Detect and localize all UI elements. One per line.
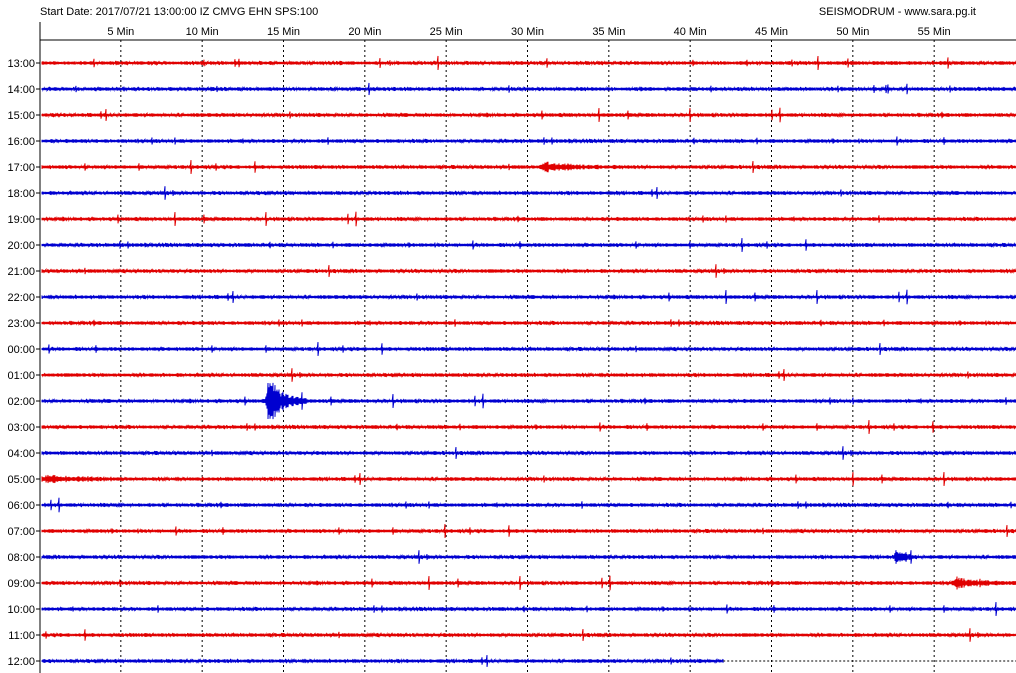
trace-1100 bbox=[41, 628, 1016, 642]
minute-tick-label: 5 Min bbox=[107, 26, 134, 38]
hour-label: 14:00 bbox=[7, 84, 35, 96]
hour-label: 02:00 bbox=[7, 396, 35, 408]
minute-tick-label: 30 Min bbox=[511, 26, 544, 38]
minute-tick-label: 40 Min bbox=[674, 26, 707, 38]
minute-tick-label: 35 Min bbox=[592, 26, 625, 38]
minute-tick-label: 55 Min bbox=[918, 26, 951, 38]
hour-label: 07:00 bbox=[7, 526, 35, 538]
hour-label: 09:00 bbox=[7, 578, 35, 590]
trace-1800 bbox=[41, 186, 1016, 200]
trace-1500 bbox=[41, 107, 1016, 123]
hour-label: 19:00 bbox=[7, 214, 35, 226]
hour-label: 04:00 bbox=[7, 448, 35, 460]
hour-label: 05:00 bbox=[7, 474, 35, 486]
hour-label: 16:00 bbox=[7, 136, 35, 148]
trace-0500 bbox=[41, 472, 1016, 486]
trace-0700 bbox=[41, 524, 1016, 538]
hour-label: 20:00 bbox=[7, 240, 35, 252]
hour-label: 13:00 bbox=[7, 58, 35, 70]
trace-1700 bbox=[41, 160, 1016, 174]
minute-tick-label: 20 Min bbox=[348, 26, 381, 38]
trace-0400 bbox=[41, 446, 1016, 460]
trace-0200 bbox=[41, 382, 1016, 420]
minute-grid bbox=[120, 40, 935, 673]
hour-label: 10:00 bbox=[7, 604, 35, 616]
minute-tick-label: 50 Min bbox=[836, 26, 869, 38]
trace-2200 bbox=[41, 289, 1016, 305]
trace-1400 bbox=[41, 82, 1016, 96]
trace-1000 bbox=[41, 602, 1016, 616]
trace-0800 bbox=[41, 550, 1016, 564]
seismogram-drum: 5 Min 10 Min 15 Min 20 Min 25 Min 30 Min 35 Mi… bbox=[7, 22, 1016, 673]
hour-label: 12:00 bbox=[7, 656, 35, 668]
trace-0100 bbox=[41, 368, 1016, 382]
trace-2300 bbox=[41, 319, 1016, 327]
hour-label: 00:00 bbox=[7, 344, 35, 356]
minute-tick-label: 25 Min bbox=[430, 26, 463, 38]
minute-tick-label: 10 Min bbox=[186, 26, 219, 38]
hour-label: 18:00 bbox=[7, 188, 35, 200]
trace-0000 bbox=[41, 342, 1016, 356]
hour-label: 15:00 bbox=[7, 110, 35, 122]
minute-tick-label: 15 Min bbox=[267, 26, 300, 38]
hour-label: 06:00 bbox=[7, 500, 35, 512]
minute-tick-labels: 5 Min 10 Min 15 Min 20 Min 25 Min 30 Min 35 Mi… bbox=[107, 26, 950, 38]
hour-label: 22:00 bbox=[7, 292, 35, 304]
trace-0600 bbox=[41, 497, 1016, 513]
hour-label: 11:00 bbox=[8, 630, 35, 642]
hour-label: 08:00 bbox=[7, 552, 35, 564]
trace-1200 bbox=[41, 655, 724, 667]
trace-1900 bbox=[41, 211, 1016, 227]
hour-label: 17:00 bbox=[7, 162, 35, 174]
trace-0900 bbox=[41, 575, 1016, 591]
trace-1300 bbox=[41, 55, 1016, 71]
trace-1600 bbox=[41, 136, 1016, 146]
hour-label: 21:00 bbox=[7, 266, 35, 278]
trace-2000 bbox=[41, 238, 1016, 252]
trace-2100 bbox=[41, 264, 1016, 278]
minute-tick-label: 45 Min bbox=[755, 26, 788, 38]
hour-label: 03:00 bbox=[7, 422, 35, 434]
hour-label: 23:00 bbox=[7, 318, 35, 330]
hour-labels: 13:00 14:00 15:00 16:00 17:00 18:00 19:00 20:00… bbox=[7, 58, 40, 668]
trace-0300 bbox=[41, 420, 1016, 434]
hour-label: 01:00 bbox=[7, 370, 35, 382]
seismic-traces bbox=[41, 55, 1016, 667]
